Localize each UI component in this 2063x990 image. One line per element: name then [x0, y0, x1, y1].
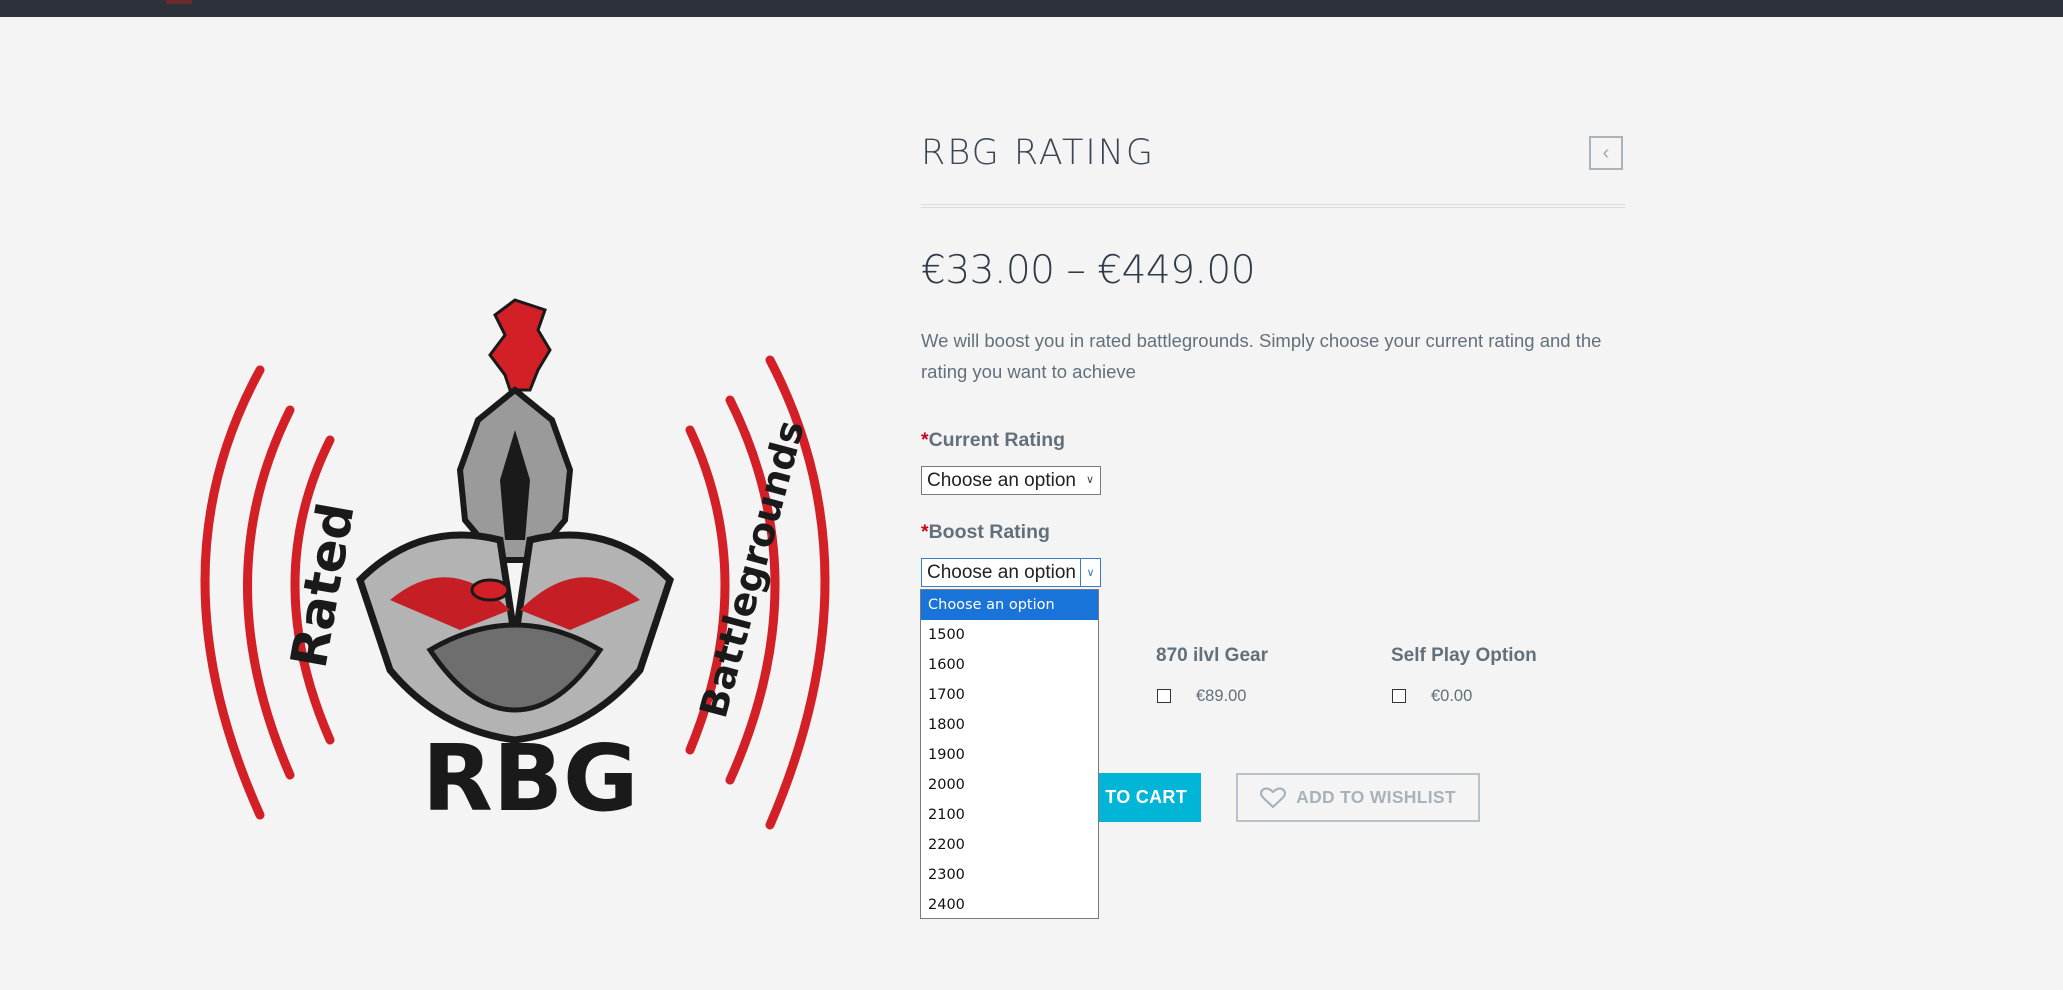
dropdown-option[interactable]: Choose an option	[921, 590, 1098, 620]
dropdown-option[interactable]: 1900	[921, 740, 1098, 770]
dropdown-option[interactable]: 1600	[921, 650, 1098, 680]
dropdown-option[interactable]: 2200	[921, 830, 1098, 860]
boost-rating-label-text: Boost Rating	[928, 521, 1050, 543]
addon-price-gear: €89.00	[1196, 687, 1247, 705]
dropdown-option[interactable]: 2000	[921, 770, 1098, 800]
dropdown-option[interactable]: 1800	[921, 710, 1098, 740]
logo-text-rbg: RBG	[422, 725, 638, 832]
top-navigation-bar	[0, 0, 2063, 17]
add-to-wishlist-button[interactable]: ADD TO WISHLIST	[1236, 773, 1480, 822]
title-divider	[921, 204, 1625, 208]
dropdown-option[interactable]: 2400	[921, 890, 1098, 920]
current-rating-label: *Current Rating	[921, 429, 1065, 452]
site-logo[interactable]	[166, 0, 192, 4]
addon-checkbox-gear[interactable]	[1157, 689, 1171, 703]
add-to-cart-label: TO CART	[1105, 787, 1187, 807]
boost-rating-dropdown-list[interactable]: Choose an option 1500 1600 1700 1800 190…	[920, 589, 1099, 919]
dropdown-option[interactable]: 1500	[921, 620, 1098, 650]
boost-rating-value: Choose an option	[927, 562, 1076, 583]
addon-price-self-play: €0.00	[1431, 687, 1473, 705]
current-rating-value: Choose an option	[927, 470, 1076, 491]
addon-checkbox-self-play[interactable]	[1392, 689, 1406, 703]
chevron-down-icon: ∨	[1080, 559, 1100, 586]
product-image: Rated Battlegrounds RBG	[160, 280, 870, 840]
heart-icon	[1260, 786, 1287, 808]
product-title: RBG RATING	[921, 133, 1155, 173]
dropdown-option[interactable]: 2100	[921, 800, 1098, 830]
addon-title-gear: 870 ilvl Gear	[1156, 645, 1268, 666]
addon-title-self-play: Self Play Option	[1391, 645, 1537, 666]
chevron-down-icon: ∨	[1085, 474, 1094, 486]
add-to-wishlist-label: ADD TO WISHLIST	[1296, 787, 1456, 807]
chevron-left-icon: ‹	[1602, 141, 1610, 164]
required-marker: *	[921, 521, 929, 543]
required-marker: *	[921, 429, 929, 451]
boost-rating-label: *Boost Rating	[921, 521, 1050, 544]
current-rating-select[interactable]: Choose an option ∨	[921, 466, 1101, 495]
current-rating-label-text: Current Rating	[928, 429, 1066, 451]
logo-text-rated: Rated	[280, 499, 366, 672]
rbg-logo-image: Rated Battlegrounds RBG	[200, 298, 830, 832]
product-description: We will boost you in rated battlegrounds…	[921, 330, 1602, 382]
dropdown-option[interactable]: 2300	[921, 860, 1098, 890]
back-button[interactable]: ‹	[1589, 136, 1623, 170]
product-price-range: €33.00 – €449.00	[921, 248, 1256, 293]
dropdown-option[interactable]: 1700	[921, 680, 1098, 710]
boost-rating-select[interactable]: Choose an option ∨	[921, 558, 1101, 587]
